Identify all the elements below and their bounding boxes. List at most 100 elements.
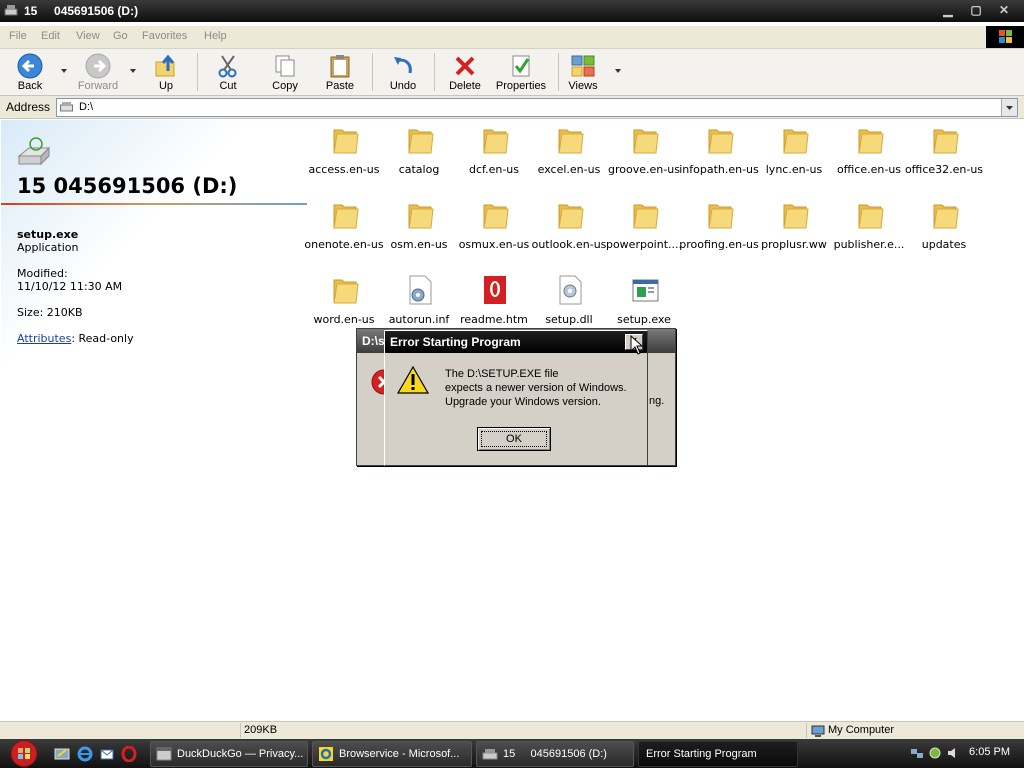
copy-button[interactable]: Copy	[264, 51, 306, 93]
file-item[interactable]: catalog	[380, 124, 458, 184]
background-dialog-text: ng.	[649, 395, 665, 407]
file-item-label: lync.en-us	[765, 163, 823, 176]
file-item[interactable]: onenote.en-us	[304, 199, 384, 259]
selected-file-type: Application	[17, 241, 79, 254]
file-item-label: word.en-us	[313, 313, 375, 326]
minimize-button[interactable]: ▁	[938, 3, 958, 18]
file-item[interactable]: office.en-us	[830, 124, 908, 184]
menu-help[interactable]: Help	[204, 30, 227, 42]
file-item-label: autorun.inf	[388, 313, 450, 326]
volume-tray-icon[interactable]	[946, 746, 960, 760]
address-input[interactable]: D:\	[56, 98, 1018, 117]
file-item-label: proofing.en-us	[679, 238, 759, 251]
close-window-button[interactable]: ✕	[994, 3, 1014, 18]
file-item-label: excel.en-us	[537, 163, 601, 176]
dialog-message: The D:\SETUP.EXE file expects a newer ve…	[445, 368, 627, 408]
menu-view[interactable]: View	[76, 30, 100, 42]
views-dropdown-icon[interactable]	[615, 69, 621, 73]
file-item[interactable]: dcf.en-us	[455, 124, 533, 184]
internet-explorer-icon[interactable]	[77, 746, 93, 762]
dialog-title-bar[interactable]: Error Starting Program ×	[385, 331, 647, 353]
copy-icon	[275, 55, 295, 77]
outlook-express-icon[interactable]	[99, 746, 115, 762]
file-item[interactable]: updates	[905, 199, 983, 259]
network-tray-icon[interactable]	[910, 746, 924, 760]
back-button[interactable]: Back	[8, 51, 52, 93]
status-location: My Computer	[806, 723, 1023, 738]
file-item[interactable]: proplusr.ww	[755, 199, 833, 259]
menu-go[interactable]: Go	[113, 30, 128, 42]
back-dropdown-icon[interactable]	[61, 69, 67, 73]
warning-icon	[397, 365, 429, 394]
file-item[interactable]: word.en-us	[305, 274, 383, 334]
menu-edit[interactable]: Edit	[41, 30, 60, 42]
start-button[interactable]	[4, 739, 44, 768]
file-item[interactable]: publisher.e...	[830, 199, 908, 259]
settings-file-icon	[409, 275, 432, 305]
maximize-button[interactable]: ▢	[966, 3, 986, 18]
drive-title: 15 045691506 (D:)	[17, 174, 238, 198]
properties-button[interactable]: Properties	[494, 51, 548, 93]
file-item[interactable]: infopath.en-us	[679, 124, 759, 184]
forward-dropdown-icon[interactable]	[130, 69, 136, 73]
file-item[interactable]: proofing.en-us	[679, 199, 759, 259]
error-dialog: Error Starting Program × The D:\SETUP.EX…	[384, 330, 648, 466]
file-item[interactable]: setup.exe	[605, 274, 683, 334]
folder-icon	[408, 204, 434, 229]
settings-tray-icon[interactable]	[928, 746, 942, 760]
window-title-bar[interactable]: 15 045691506 (D:) ▁ ▢ ✕	[0, 0, 1024, 22]
file-item-label: setup.dll	[545, 313, 593, 326]
menu-favorites[interactable]: Favorites	[142, 30, 187, 42]
file-item[interactable]: autorun.inf	[380, 274, 458, 334]
file-item[interactable]: powerpoint....	[605, 199, 683, 259]
file-item[interactable]: setup.dll	[530, 274, 608, 334]
file-item[interactable]: readme.htm	[455, 274, 533, 334]
windows-logo	[986, 26, 1024, 48]
folder-icon	[858, 204, 884, 229]
folder-icon	[633, 204, 659, 229]
taskbar-item-duckduckgo[interactable]: DuckDuckGo — Privacy...	[150, 741, 308, 767]
dialog-title: Error Starting Program	[390, 335, 521, 349]
toolbar: Back Forward Up Cut Copy Paste Undo Dele…	[0, 49, 1024, 96]
browser-window-icon	[156, 747, 172, 761]
folder-icon	[558, 129, 584, 154]
delete-button[interactable]: Delete	[444, 51, 486, 93]
cut-button[interactable]: Cut	[208, 51, 248, 93]
menu-file[interactable]: File	[9, 30, 27, 42]
attributes-link[interactable]: Attributes	[17, 332, 71, 345]
file-item[interactable]: osm.en-us	[380, 199, 458, 259]
paste-button[interactable]: Paste	[318, 51, 362, 93]
undo-button[interactable]: Undo	[382, 51, 424, 93]
opera-icon[interactable]	[121, 746, 137, 762]
file-item[interactable]: office32.en-us	[905, 124, 983, 184]
file-item-label: groove.en-us	[608, 163, 680, 176]
back-arrow-icon	[17, 53, 43, 79]
file-item[interactable]: excel.en-us	[530, 124, 608, 184]
taskbar-item-browservice[interactable]: Browservice - Microsof...	[312, 741, 472, 767]
file-item[interactable]: access.en-us	[305, 124, 383, 184]
taskbar-item-drive-d[interactable]: 15 045691506 (D:)	[476, 741, 634, 767]
drive-icon	[4, 5, 18, 16]
modified-value: 11/10/12 11:30 AM	[17, 280, 123, 293]
file-item[interactable]: groove.en-us	[605, 124, 683, 184]
clipboard-icon	[330, 55, 350, 78]
details-pane: 15 045691506 (D:) setup.exe Application …	[1, 120, 307, 718]
views-button[interactable]: Views	[564, 51, 602, 93]
status-size: 209KB	[240, 723, 804, 738]
address-label: Address	[6, 100, 51, 114]
quicklaunch-desktop-icon[interactable]	[54, 746, 70, 762]
folder-icon	[933, 204, 959, 229]
file-item[interactable]: outlook.en-us	[530, 199, 608, 259]
file-item[interactable]: lync.en-us	[755, 124, 833, 184]
address-dropdown-button[interactable]	[1001, 99, 1017, 116]
folder-icon	[483, 204, 509, 229]
forward-button[interactable]: Forward	[74, 51, 122, 93]
address-value: D:\	[79, 101, 94, 113]
taskbar-item-error-dialog[interactable]: Error Starting Program	[638, 741, 798, 767]
folder-icon	[708, 129, 734, 154]
ok-button[interactable]: OK	[477, 427, 551, 451]
up-button[interactable]: Up	[146, 51, 186, 93]
file-item[interactable]: osmux.en-us	[455, 199, 533, 259]
file-item-label: publisher.e...	[833, 238, 905, 251]
file-item-label: updates	[921, 238, 967, 251]
